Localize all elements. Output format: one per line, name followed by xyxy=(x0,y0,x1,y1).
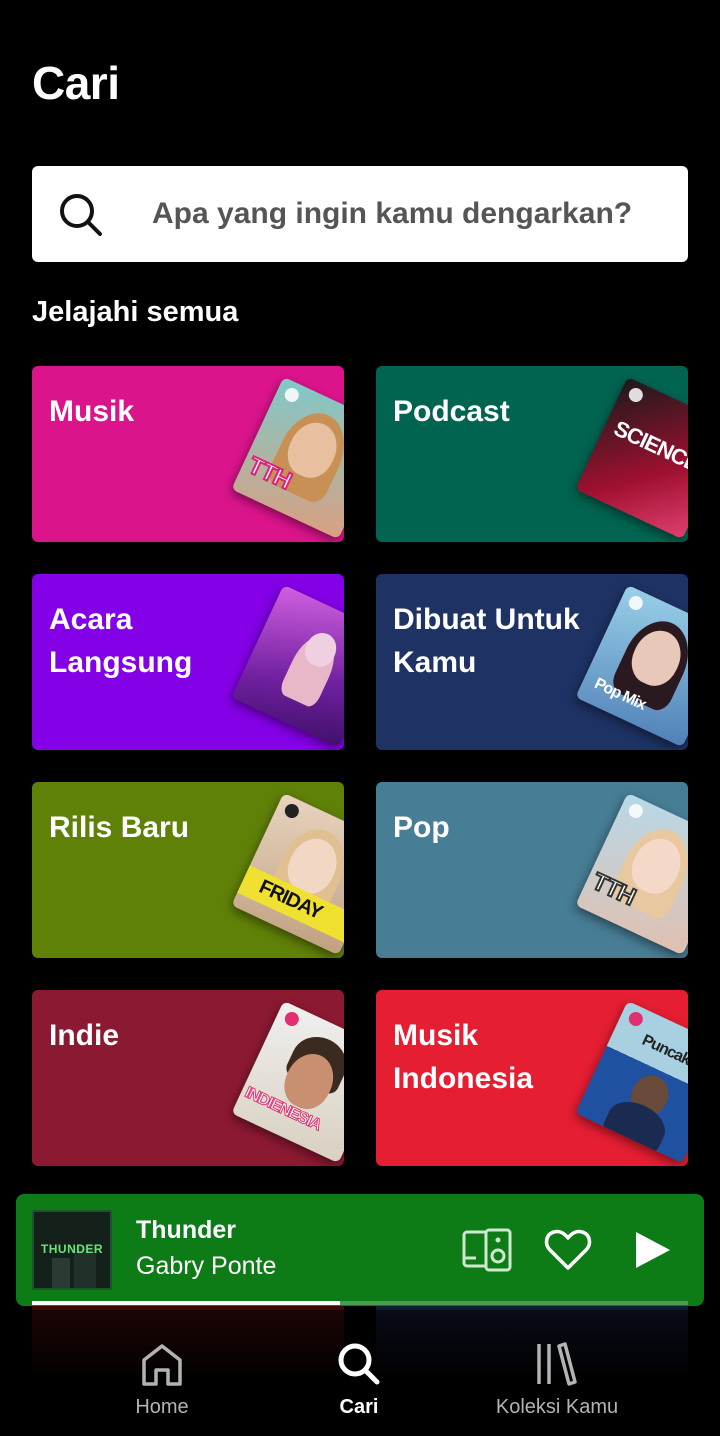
category-label: Pop xyxy=(393,811,450,844)
nav-label-library: Koleksi Kamu xyxy=(495,1396,619,1418)
track-title: Thunder xyxy=(136,1216,236,1244)
category-tile-pop[interactable]: Pop TTH xyxy=(376,782,688,958)
category-label: Acara Langsung xyxy=(49,603,193,679)
library-icon xyxy=(537,1342,577,1386)
play-icon[interactable] xyxy=(626,1224,678,1276)
nav-label-home: Home xyxy=(135,1396,189,1418)
heart-icon[interactable] xyxy=(542,1224,594,1276)
category-label: Musik xyxy=(49,395,135,428)
category-label: Podcast xyxy=(393,395,510,428)
nav-item-home[interactable]: Home xyxy=(52,1310,272,1436)
category-tile-musik[interactable]: Musik TTH xyxy=(32,366,344,542)
category-tile-podcast[interactable]: Podcast SCIENCE VS xyxy=(376,366,688,542)
category-tile-acara-langsung[interactable]: Acara Langsung xyxy=(32,574,344,750)
playback-progress-fill xyxy=(32,1301,341,1305)
track-artist: Gabry Ponte xyxy=(136,1252,277,1280)
page-title: Cari xyxy=(32,57,120,109)
category-label: Indie xyxy=(49,1019,120,1052)
bottom-nav: Home Cari Koleksi Kamu xyxy=(0,1310,720,1436)
now-playing-bar[interactable]: THUNDER Thunder Gabry Ponte xyxy=(16,1194,704,1306)
category-tile-indie[interactable]: Indie INDIENESIA xyxy=(32,990,344,1166)
category-tile-dibuat-untuk-kamu[interactable]: Dibuat Untuk Kamu Pop Mix xyxy=(376,574,688,750)
search-placeholder: Apa yang ingin kamu dengarkan? xyxy=(152,197,633,230)
browse-all-title: Jelajahi semua xyxy=(32,296,239,328)
category-label: Musik Indonesia xyxy=(393,1019,534,1095)
category-label: Rilis Baru xyxy=(49,811,190,844)
connect-device-icon[interactable] xyxy=(462,1224,514,1276)
home-icon xyxy=(142,1344,182,1386)
category-label: Dibuat Untuk Kamu xyxy=(393,603,580,679)
search-icon xyxy=(60,194,102,236)
search-input[interactable]: Apa yang ingin kamu dengarkan? xyxy=(32,166,688,262)
nav-label-search: Cari xyxy=(339,1396,379,1418)
category-tile-musik-indonesia[interactable]: Musik Indonesia Puncak Klasemen xyxy=(376,990,688,1166)
nav-item-library[interactable]: Koleksi Kamu xyxy=(447,1310,667,1436)
search-icon xyxy=(338,1343,380,1385)
category-tile-rilis-baru[interactable]: Rilis Baru FRIDAY xyxy=(32,782,344,958)
playback-progress[interactable] xyxy=(32,1301,688,1305)
nav-item-search[interactable]: Cari xyxy=(249,1310,469,1436)
album-cover: THUNDER xyxy=(32,1210,112,1290)
